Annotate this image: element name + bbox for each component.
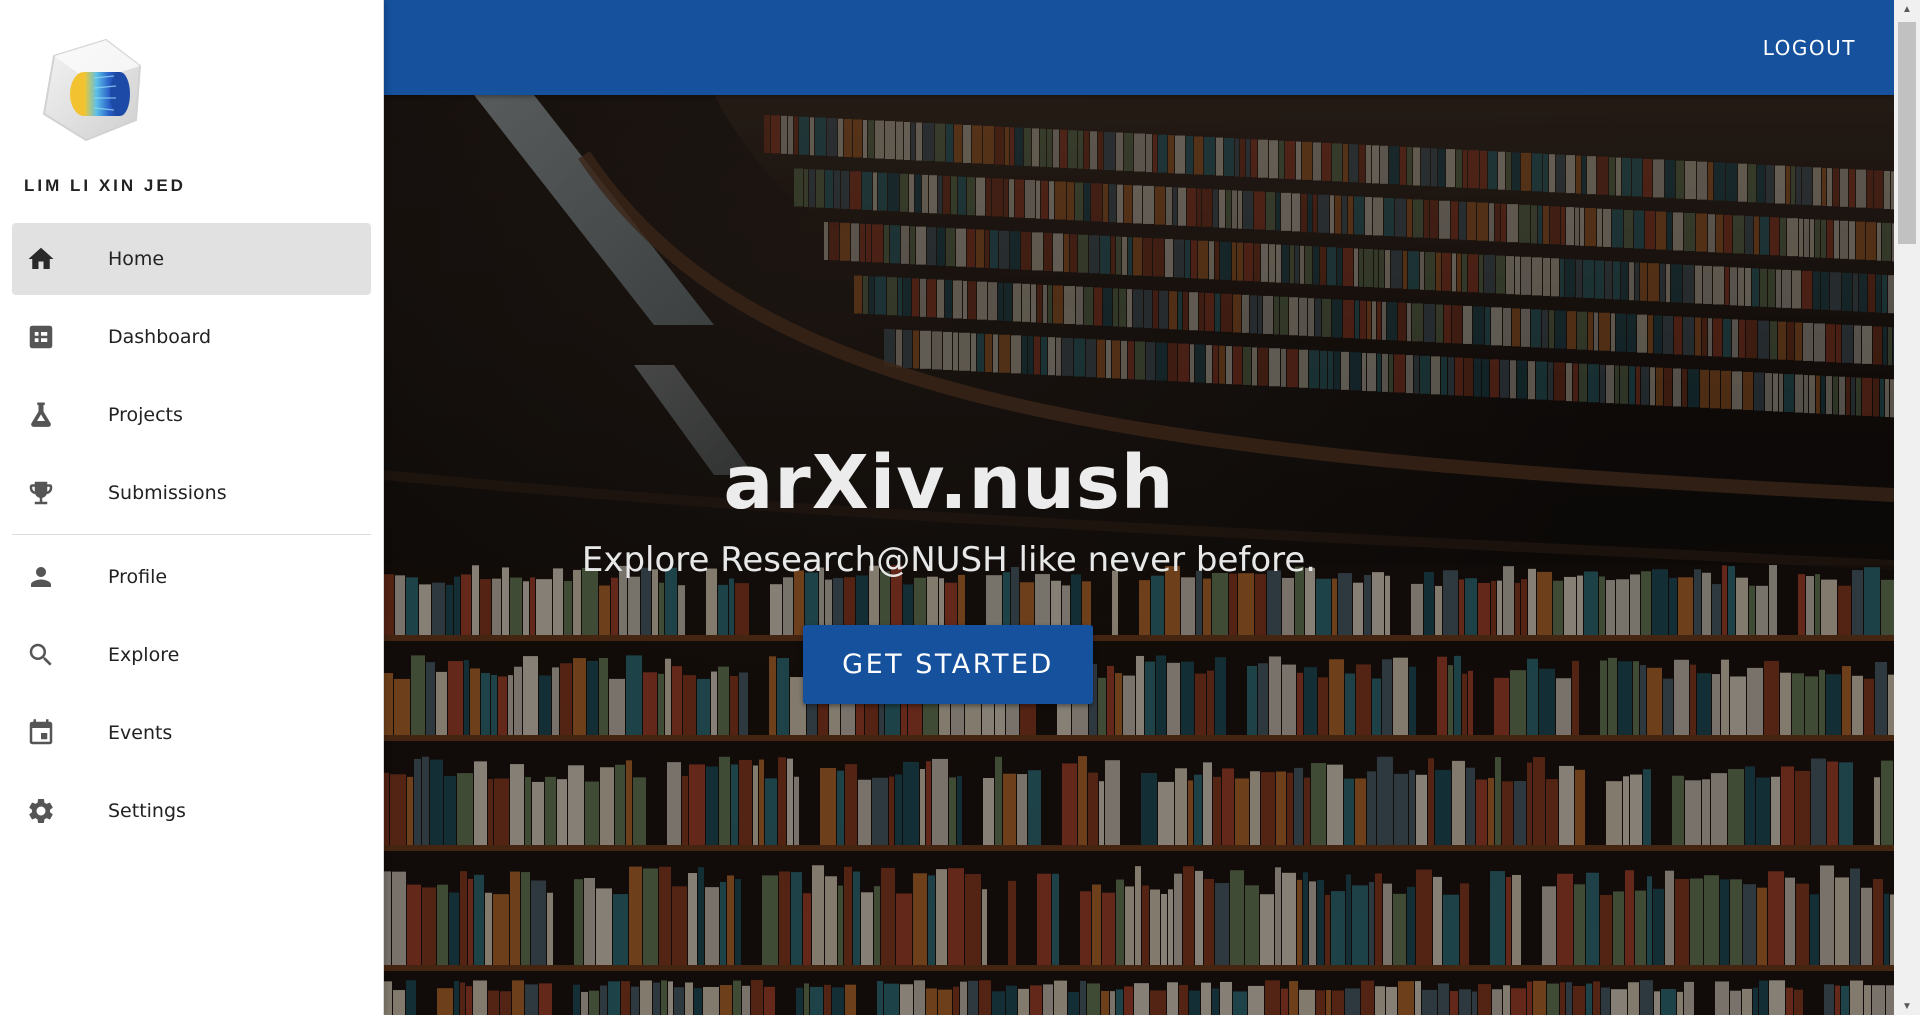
sidebar-item-label: Settings: [108, 800, 186, 822]
hero-subtitle: Explore Research@NUSH like never before.: [581, 540, 1317, 580]
get-started-button[interactable]: GET STARTED: [803, 625, 1093, 704]
scrollbar-thumb[interactable]: [1898, 22, 1916, 244]
user-name: LIM LI XIN JED: [24, 176, 186, 195]
search-icon: [26, 640, 56, 670]
sidebar-item-label: Profile: [108, 566, 168, 588]
sidebar-item-settings[interactable]: Settings: [12, 775, 371, 847]
sidebar-item-dashboard[interactable]: Dashboard: [12, 301, 371, 373]
sidebar-divider: [12, 534, 371, 535]
scroll-down-arrow-icon[interactable]: ▼: [1894, 997, 1920, 1015]
sidebar-item-label: Projects: [108, 404, 183, 426]
top-app-bar: LOGOUT: [384, 0, 1894, 95]
sidebar-item-label: Submissions: [108, 482, 227, 504]
sidebar-item-label: Events: [108, 722, 173, 744]
sidebar-nav: Home Dashboard Projects Submissions Prof…: [12, 223, 371, 847]
sidebar-item-profile[interactable]: Profile: [12, 541, 371, 613]
sidebar-item-label: Dashboard: [108, 326, 212, 348]
sidebar-item-events[interactable]: Events: [12, 697, 371, 769]
logout-button[interactable]: LOGOUT: [1763, 36, 1856, 60]
dashboard-icon: [26, 322, 56, 352]
navigation-drawer: LIM LI XIN JED Home Dashboard Projects S…: [0, 0, 384, 1015]
hero-title: arXiv.nush: [723, 440, 1175, 526]
home-icon: [26, 244, 56, 274]
app-logo[interactable]: [36, 36, 154, 144]
sidebar-item-submissions[interactable]: Submissions: [12, 457, 371, 529]
gear-icon: [26, 796, 56, 826]
sidebar-item-projects[interactable]: Projects: [12, 379, 371, 451]
sidebar-item-label: Home: [108, 248, 165, 270]
scroll-up-arrow-icon[interactable]: ▲: [1894, 0, 1920, 18]
hero-section: arXiv.nush Explore Research@NUSH like ne…: [384, 95, 1894, 1015]
trophy-icon: [26, 478, 56, 508]
sidebar-item-label: Explore: [108, 644, 180, 666]
flask-icon: [26, 400, 56, 430]
sidebar-item-explore[interactable]: Explore: [12, 619, 371, 691]
person-icon: [26, 562, 56, 592]
calendar-icon: [26, 718, 56, 748]
page-scrollbar[interactable]: ▲ ▼: [1894, 0, 1920, 1015]
sidebar-item-home[interactable]: Home: [12, 223, 371, 295]
